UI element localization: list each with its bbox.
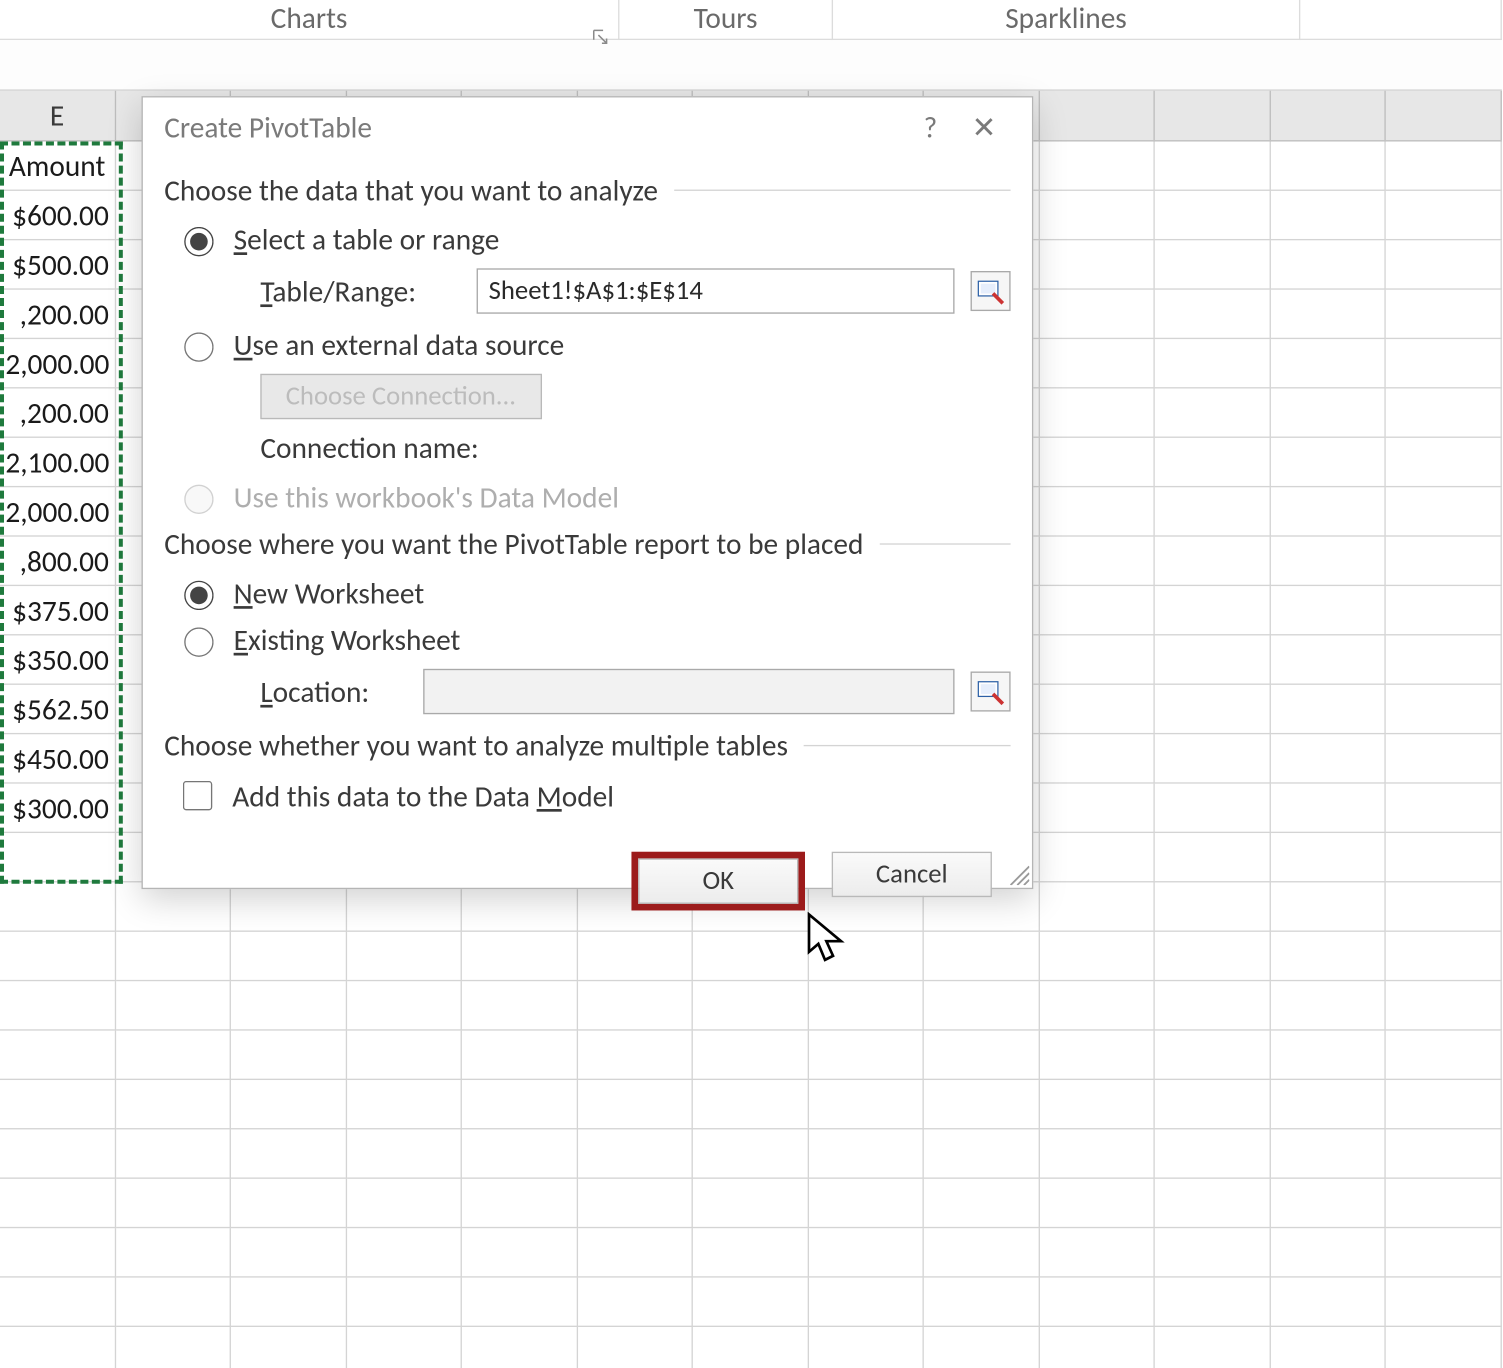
- checkbox-label: Add this data to the Data Model: [232, 778, 614, 814]
- ribbon-group-sparklines: Sparklines: [833, 0, 1300, 40]
- ribbon-label: Charts: [271, 0, 348, 36]
- radio-data-model: Use this workbook's Data Model: [178, 479, 1011, 515]
- ribbon-group-tours: Tours: [619, 0, 833, 40]
- section-multiple-tables: Choose whether you want to analyze multi…: [164, 728, 1010, 764]
- cell[interactable]: [1386, 142, 1502, 191]
- radio-select-table-range-input[interactable]: [184, 227, 213, 256]
- radio-label: Use an external data source: [234, 327, 565, 363]
- radio-external-source-input[interactable]: [184, 332, 213, 361]
- cell[interactable]: 2,100.00: [0, 438, 116, 487]
- range-picker-icon[interactable]: [971, 271, 1011, 311]
- radio-label: Select a table or range: [234, 222, 500, 258]
- cell[interactable]: $562.50: [0, 685, 116, 734]
- column-header[interactable]: [1271, 91, 1387, 140]
- cell[interactable]: ,200.00: [0, 388, 116, 437]
- input-table-range[interactable]: [477, 268, 955, 313]
- cell[interactable]: $350.00: [0, 635, 116, 684]
- label-table-range: Table/Range:: [260, 273, 460, 309]
- column-header[interactable]: [1155, 91, 1271, 140]
- ribbon-label: Tours: [694, 0, 758, 36]
- column-header[interactable]: [1040, 91, 1156, 140]
- cell[interactable]: 2,000.00: [0, 487, 116, 536]
- radio-new-worksheet-input[interactable]: [184, 581, 213, 610]
- ribbon-group-charts: Charts: [0, 0, 619, 40]
- ribbon-group-labels: Charts Tours Sparklines: [0, 0, 1502, 40]
- cell-header-amount[interactable]: Amount: [0, 142, 116, 191]
- radio-label: Use this workbook's Data Model: [234, 479, 619, 515]
- row-choose-connection: Choose Connection...: [260, 374, 1010, 419]
- dialog-titlebar[interactable]: Create PivotTable ? ✕: [143, 97, 1032, 156]
- ok-highlight-frame: OK: [631, 852, 805, 911]
- range-picker-icon[interactable]: [971, 672, 1011, 712]
- checkbox-add-data-model[interactable]: Add this data to the Data Model: [178, 777, 1011, 814]
- cancel-button[interactable]: Cancel: [832, 852, 992, 897]
- help-icon[interactable]: ?: [904, 109, 957, 145]
- label-location: Location:: [260, 674, 407, 710]
- cell[interactable]: ,800.00: [0, 537, 116, 586]
- section-placement: Choose where you want the PivotTable rep…: [164, 526, 1010, 562]
- radio-label: Existing Worksheet: [234, 622, 461, 658]
- cell[interactable]: [1155, 142, 1271, 191]
- radio-select-table-range[interactable]: Select a table or range: [178, 222, 1011, 258]
- cell[interactable]: ,200.00: [0, 290, 116, 339]
- radio-data-model-input: [184, 485, 213, 514]
- radio-existing-worksheet-input[interactable]: [184, 627, 213, 656]
- label-connection-name: Connection name:: [260, 430, 478, 466]
- create-pivottable-dialog: Create PivotTable ? ✕ Choose the data th…: [142, 96, 1034, 889]
- checkbox-add-data-model-input[interactable]: [183, 781, 212, 810]
- cell[interactable]: [1271, 142, 1387, 191]
- dialog-launcher-icon[interactable]: [591, 19, 610, 38]
- section-choose-data: Choose the data that you want to analyze: [164, 172, 1010, 208]
- close-icon[interactable]: ✕: [957, 109, 1010, 145]
- row-connection-name: Connection name:: [260, 430, 1010, 466]
- dialog-title: Create PivotTable: [164, 109, 372, 145]
- field-table-range: Table/Range:: [260, 268, 1010, 313]
- formula-bar[interactable]: [0, 40, 1502, 91]
- cell[interactable]: 2,000.00: [0, 339, 116, 388]
- column-header-E[interactable]: E: [0, 91, 116, 140]
- radio-label: New Worksheet: [234, 575, 425, 611]
- field-location: Location:: [260, 669, 1010, 714]
- column-header[interactable]: [1386, 91, 1502, 140]
- resize-grip-icon[interactable]: [1005, 861, 1029, 885]
- dialog-button-row: OK Cancel: [164, 825, 1010, 934]
- cell[interactable]: $375.00: [0, 586, 116, 635]
- choose-connection-button: Choose Connection...: [260, 374, 541, 419]
- radio-new-worksheet[interactable]: New Worksheet: [178, 575, 1011, 611]
- ribbon-group-end: [1300, 0, 1502, 40]
- cell[interactable]: $300.00: [0, 784, 116, 833]
- input-location: [423, 669, 954, 714]
- cell[interactable]: $600.00: [0, 191, 116, 240]
- cell[interactable]: $450.00: [0, 734, 116, 783]
- cell[interactable]: [1040, 142, 1156, 191]
- ribbon-label: Sparklines: [1005, 0, 1127, 36]
- radio-existing-worksheet[interactable]: Existing Worksheet: [178, 622, 1011, 658]
- cell[interactable]: $500.00: [0, 240, 116, 289]
- ok-button[interactable]: OK: [638, 858, 798, 903]
- radio-external-source[interactable]: Use an external data source: [178, 327, 1011, 363]
